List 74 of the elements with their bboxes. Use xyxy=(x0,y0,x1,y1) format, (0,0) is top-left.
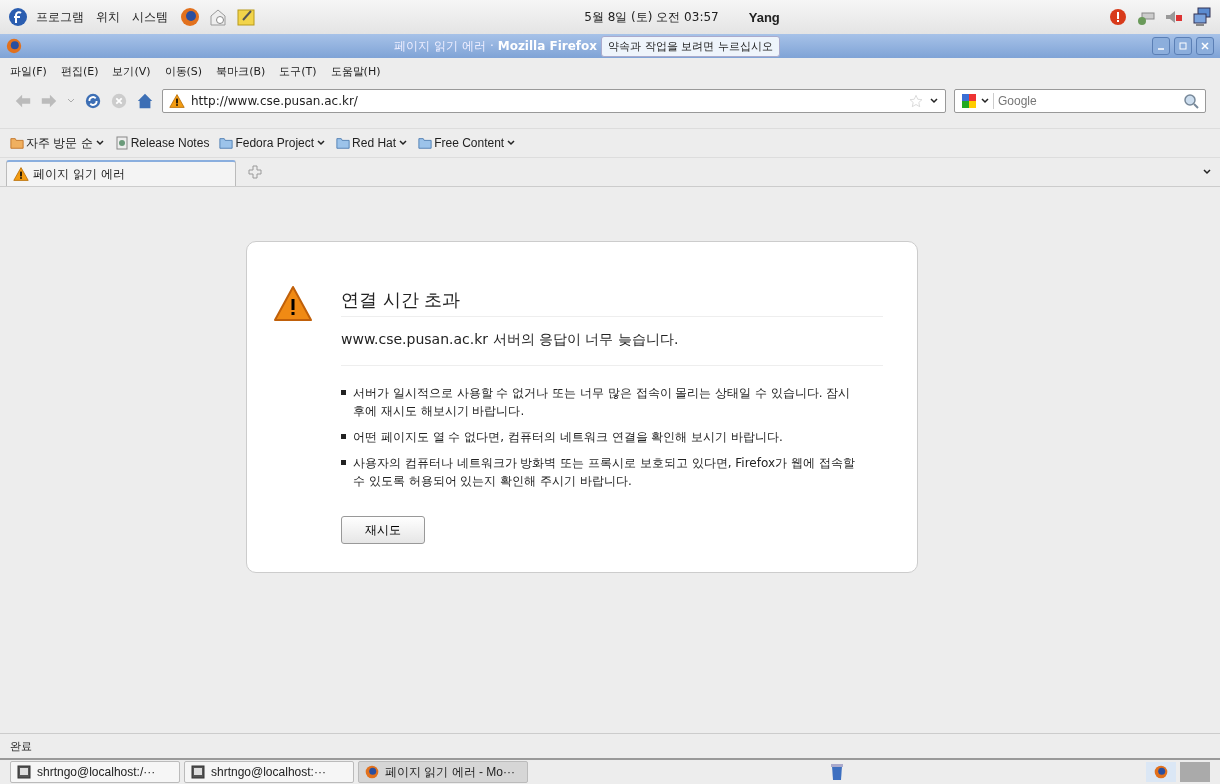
star-icon[interactable] xyxy=(909,94,923,108)
browser-tab[interactable]: 페이지 읽기 에러 xyxy=(6,160,236,186)
dropdown-caret-icon xyxy=(94,138,105,148)
engine-icon[interactable] xyxy=(961,93,977,109)
home-icon[interactable] xyxy=(136,92,154,110)
menu-item[interactable]: 편집(E) xyxy=(60,63,99,79)
dropdown-caret-icon xyxy=(398,138,409,148)
folder-icon xyxy=(219,136,234,150)
fedora-logo-icon[interactable] xyxy=(8,7,28,27)
help-text: 어떤 페이지도 열 수 없다면, 컴퓨터의 네트워크 연결을 확인해 보시기 바랍니다. xyxy=(353,429,783,446)
dropdown-caret-icon[interactable] xyxy=(929,96,939,106)
window-title-app: Mozilla Firefox xyxy=(497,39,598,53)
computer-icon[interactable] xyxy=(1192,7,1212,27)
bookmark-item[interactable]: Release Notes xyxy=(114,136,210,150)
user-name[interactable]: Yang xyxy=(748,9,780,25)
menu-item[interactable]: 도구(T) xyxy=(279,63,317,79)
browser-icon[interactable] xyxy=(6,38,22,54)
bullet-icon xyxy=(341,434,346,439)
help-text: 사용자의 컴퓨터나 네트워크가 방화벽 또는 프록시로 보호되고 있다면, Firefox가 웹에 접속할 수 있도록 허용되어 있는지 확인해 주시기 바랍니다. xyxy=(353,455,856,490)
panel-menu[interactable]: 위치 xyxy=(96,8,120,26)
error-message: www.cse.pusan.ac.kr 서버의 응답이 너무 늦습니다. xyxy=(341,331,883,366)
workspace-button[interactable] xyxy=(1146,762,1176,782)
menu-item[interactable]: 북마크(B) xyxy=(216,63,266,79)
bookmark-item[interactable]: Red Hat xyxy=(336,136,409,150)
minimize-icon xyxy=(1158,48,1164,50)
close-button[interactable] xyxy=(1196,37,1214,55)
warning-icon xyxy=(13,166,29,182)
warning-icon xyxy=(169,93,185,109)
bullet-icon xyxy=(341,460,346,465)
bullet-icon xyxy=(341,390,346,395)
page-icon xyxy=(114,136,129,150)
menu-item[interactable]: 도움말(H) xyxy=(330,63,381,79)
alert-icon[interactable] xyxy=(1108,7,1128,27)
dropdown-caret-icon xyxy=(506,138,517,148)
taskbar-button[interactable]: 페이지 읽기 에러 - Mo··· xyxy=(358,761,528,783)
terminal-icon xyxy=(17,765,31,779)
reload-icon[interactable] xyxy=(84,92,102,110)
address-text: http://www.cse.pusan.ac.kr/ xyxy=(191,94,358,108)
menu-item[interactable]: 보기(V) xyxy=(112,63,151,79)
panel-menu[interactable]: 시스템 xyxy=(132,8,168,26)
menu-item[interactable]: 이동(S) xyxy=(164,63,203,79)
status-text: 완료 xyxy=(10,738,32,754)
notepad-icon[interactable] xyxy=(236,7,256,27)
menu-item[interactable]: 파일(F) xyxy=(10,63,47,79)
minimize-button[interactable] xyxy=(1152,37,1170,55)
browser-icon xyxy=(365,765,379,779)
taskbar-button[interactable]: shrtngo@localhost:/··· xyxy=(10,761,180,783)
retry-button[interactable]: 재시도 xyxy=(341,516,425,544)
search-icon[interactable] xyxy=(1183,93,1199,109)
bookmark-item[interactable]: Free Content xyxy=(418,136,517,150)
close-icon xyxy=(1200,41,1210,51)
trash-icon[interactable] xyxy=(828,763,846,781)
browser-icon xyxy=(1154,765,1168,779)
bookmark-item[interactable]: Fedora Project xyxy=(219,136,327,150)
dropdown-caret-icon xyxy=(316,138,327,148)
folder-icon xyxy=(418,136,433,150)
tooltip: 약속과 작업을 보려면 누르십시오 xyxy=(601,35,780,57)
panel-menu[interactable]: 프로그램 xyxy=(36,8,84,26)
feed-folder-icon xyxy=(10,136,24,150)
clock[interactable]: 5월 8일 (토) 오전 03:57 xyxy=(584,8,719,26)
search-bar[interactable]: Google xyxy=(954,89,1206,113)
help-text: 서버가 일시적으로 사용할 수 없거나 또는 너무 많은 접속이 몰리는 상태일 수 있습니다. 잠시 후에 재시도 해보시기 바랍니다. xyxy=(353,385,852,420)
tab-list-caret-icon[interactable] xyxy=(1202,167,1212,177)
terminal-icon xyxy=(191,765,205,779)
folder-icon xyxy=(336,136,351,150)
error-title: 연결 시간 초과 xyxy=(341,288,883,317)
address-field[interactable]: http://www.cse.pusan.ac.kr/ xyxy=(162,89,946,113)
warning-icon xyxy=(273,284,313,324)
taskbar-button[interactable]: shrtngo@localhost:··· xyxy=(184,761,354,783)
maximize-button[interactable] xyxy=(1174,37,1192,55)
bookmark-item[interactable]: 자주 방문 순 xyxy=(10,134,105,152)
maximize-icon xyxy=(1178,41,1188,51)
window-title: 페이지 읽기 에러 · xyxy=(394,37,494,55)
dropdown-caret-icon[interactable] xyxy=(980,96,990,106)
